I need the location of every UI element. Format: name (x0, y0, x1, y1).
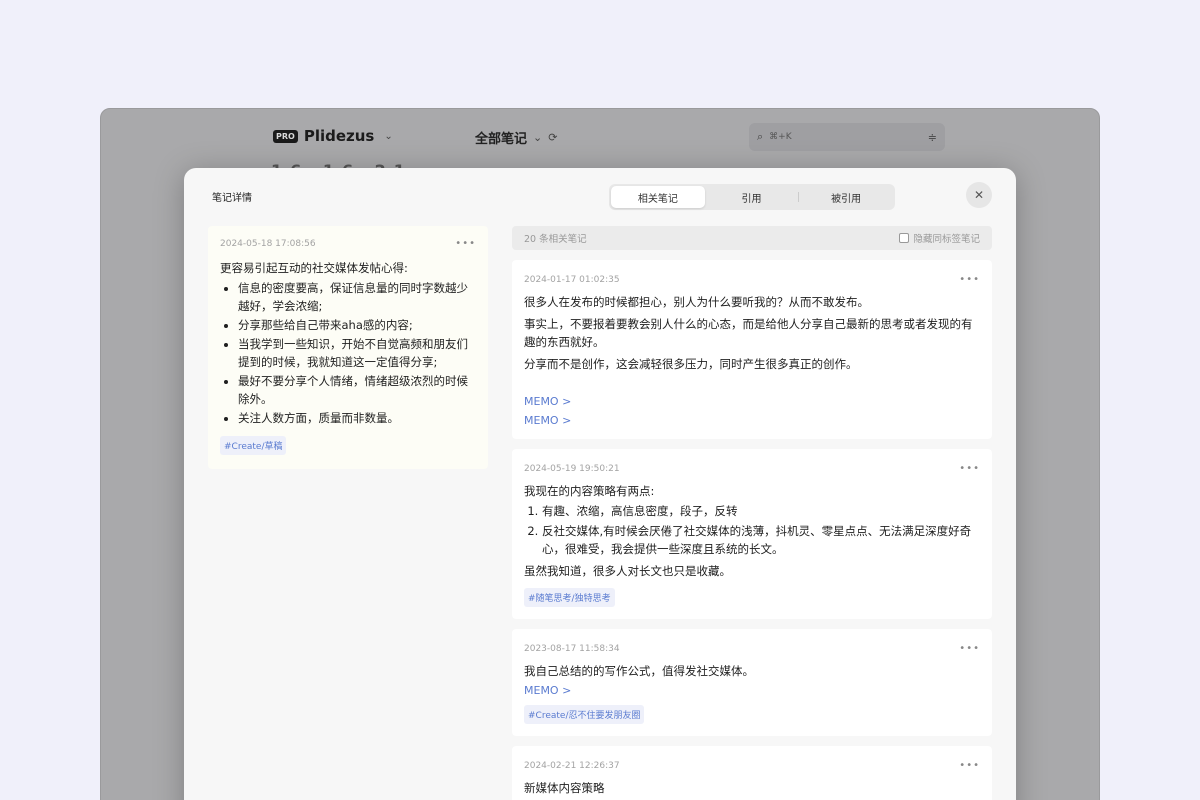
related-note-card[interactable]: 2024-01-17 01:02:35 ••• 很多人在发布的时候都担心，别人为… (512, 260, 992, 439)
related-note-card[interactable]: 2023-08-17 11:58:34 ••• 我自己总结的的写作公式，值得发社… (512, 629, 992, 736)
note-paragraph: 事实上，不要报着要教会别人什么的心态，而是给他人分享自己最新的思考或者发现的有趣… (524, 317, 973, 349)
all-notes-label: 全部笔记 (475, 132, 528, 147)
related-notes-panel: 20 条相关笔记 隐藏同标签笔记 2024-01-17 01:02:35 •••… (512, 226, 992, 800)
related-note-card[interactable]: 2024-02-21 12:26:37 ••• 新媒体内容策略 (512, 746, 992, 800)
note-paragraph: 很多人在发布的时候都担心，别人为什么要听我的？从而不敢发布。 (524, 295, 869, 309)
note-date: 2024-02-21 12:26:37 (524, 760, 620, 771)
brand-name: Plidezus (303, 127, 375, 145)
note-bullet-list: 信息的密度要高，保证信息量的同时字数越少越好，学会浓缩; 分享那些给自己带来ah… (220, 279, 476, 427)
memo-link[interactable]: MEMO > (524, 395, 980, 408)
note-tag[interactable]: #Create/忍不住要发朋友圈 (524, 705, 645, 724)
memo-link[interactable]: MEMO > (524, 414, 980, 427)
all-notes-selector[interactable]: 全部笔记 ⌄ ⟳ (475, 128, 557, 147)
related-count: 20 条相关笔记 (524, 234, 587, 245)
brand-switcher[interactable]: PRO Plidezus ⌄ (273, 127, 393, 145)
more-options-icon[interactable]: ••• (959, 760, 980, 771)
search-input[interactable]: ⌕ ⌘+K ≑ (749, 123, 945, 151)
memo-link[interactable]: MEMO > (524, 684, 980, 697)
note-date: 2024-05-18 17:08:56 (220, 238, 316, 249)
note-tag[interactable]: #随笔思考/独特思考 (524, 588, 615, 607)
list-item: 最好不要分享个人情绪，情绪超级浓烈的时候除外。 (238, 372, 476, 408)
tab-references[interactable]: 引用 (705, 186, 799, 208)
filter-icon[interactable]: ≑ (928, 131, 937, 144)
pro-badge: PRO (273, 129, 298, 143)
note-detail-modal: 笔记详情 相关笔记 引用 被引用 ✕ 2024-05-18 17:08:56 •… (184, 168, 1016, 800)
hide-same-tag-label: 隐藏同标签笔记 (913, 234, 980, 245)
more-options-icon[interactable]: ••• (959, 463, 980, 474)
chevron-down-icon: ⌄ (384, 130, 393, 142)
list-item: 分享那些给自己带来aha感的内容; (238, 316, 476, 334)
note-paragraph: 我自己总结的的写作公式，值得发社交媒体。 (524, 664, 754, 678)
related-count-bar: 20 条相关笔记 隐藏同标签笔记 (512, 226, 992, 250)
related-note-card[interactable]: 2024-05-19 19:50:21 ••• 我现在的内容策略有两点: 有趣、… (512, 449, 992, 619)
more-options-icon[interactable]: ••• (455, 238, 476, 249)
hide-same-tag-toggle[interactable]: 隐藏同标签笔记 (899, 231, 980, 245)
note-date: 2024-05-19 19:50:21 (524, 463, 620, 474)
note-numbered-list: 有趣、浓缩，高信息密度，段子，反转 反社交媒体,有时候会厌倦了社交媒体的浅薄，抖… (524, 502, 980, 558)
app-header: PRO Plidezus ⌄ 全部笔记 ⌄ ⟳ ⌕ ⌘+K ≑ (101, 109, 1099, 169)
more-options-icon[interactable]: ••• (959, 643, 980, 654)
note-paragraph: 新媒体内容策略 (524, 781, 605, 795)
more-options-icon[interactable]: ••• (959, 274, 980, 285)
note-date: 2024-01-17 01:02:35 (524, 274, 620, 285)
note-paragraph: 虽然我知道，很多人对长文也只是收藏。 (524, 564, 731, 578)
note-date: 2023-08-17 11:58:34 (524, 643, 620, 654)
chevron-down-icon: ⌄ (533, 131, 543, 144)
list-item: 反社交媒体,有时候会厌倦了社交媒体的浅薄，抖机灵、零星点点、无法满足深度好奇心，… (542, 522, 980, 558)
modal-title: 笔记详情 (212, 193, 252, 204)
search-icon: ⌕ (757, 130, 764, 143)
note-intro: 我现在的内容策略有两点: (524, 484, 655, 498)
list-item: 有趣、浓缩，高信息密度，段子，反转 (542, 502, 980, 520)
modal-tabs: 相关笔记 引用 被引用 (609, 184, 895, 210)
note-tag[interactable]: #Create/草稿 (220, 436, 287, 455)
search-placeholder: ⌘+K (769, 132, 792, 142)
list-item: 关注人数方面，质量而非数量。 (238, 409, 476, 427)
note-intro: 更容易引起互动的社交媒体发帖心得: (220, 261, 408, 275)
tab-referenced-by[interactable]: 被引用 (799, 186, 893, 208)
list-item: 信息的密度要高，保证信息量的同时字数越少越好，学会浓缩; (238, 279, 476, 315)
refresh-icon[interactable]: ⟳ (548, 131, 557, 144)
close-button[interactable]: ✕ (966, 182, 992, 208)
hide-same-tag-checkbox[interactable] (899, 233, 910, 243)
list-item: 当我学到一些知识，开始不自觉高频和朋友们提到的时候，我就知道这一定值得分享; (238, 335, 476, 371)
tab-related-notes[interactable]: 相关笔记 (611, 186, 705, 208)
current-note-card: 2024-05-18 17:08:56 ••• 更容易引起互动的社交媒体发帖心得… (208, 226, 488, 469)
note-paragraph: 分享而不是创作，这会减轻很多压力，同时产生很多真正的创作。 (524, 357, 858, 371)
